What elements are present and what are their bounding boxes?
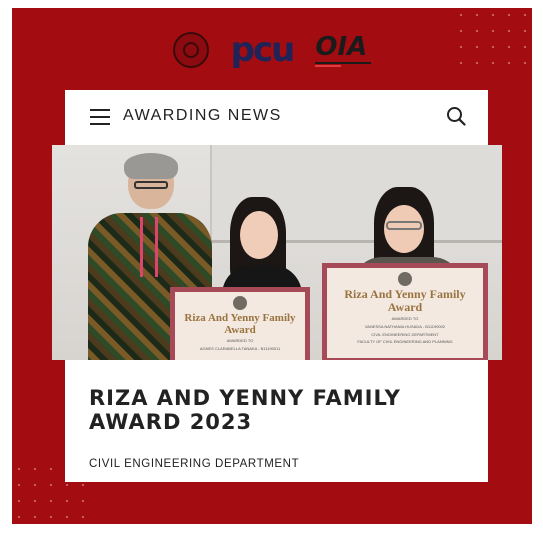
oia-logo: OIA — [315, 31, 372, 67]
search-icon[interactable] — [446, 106, 466, 126]
article-title: RIZA AND YENNY FAMILY AWARD 2023 — [89, 386, 401, 434]
certificate-emblem-icon — [233, 296, 247, 310]
certificate-title: Riza And Yenny Family Award — [344, 287, 466, 315]
hamburger-menu-icon[interactable] — [90, 109, 110, 125]
partner-logos: pcu OIA — [12, 26, 532, 74]
oia-logo-mark: OIA — [315, 31, 368, 62]
lanyard — [140, 217, 158, 277]
news-card-header: AWARDING NEWS — [65, 90, 488, 146]
presenter-hair — [124, 153, 178, 179]
certificate-recipient: VANESSA NATHANIA HUSADA - B11190002 — [364, 323, 446, 329]
presenter-glasses — [134, 181, 168, 189]
award-photo: Riza And Yenny Family Award AWARDED TO A… — [52, 145, 502, 360]
oia-logo-accent — [315, 64, 342, 67]
university-seal-icon — [172, 32, 209, 68]
recipient-2-glasses — [386, 221, 422, 230]
certificate-department: CIVIL ENGINEERING DEPARTMENT — [371, 331, 439, 337]
pcu-logo: pcu — [230, 30, 296, 70]
award-certificate-1: Riza And Yenny Family Award AWARDED TO A… — [170, 287, 310, 360]
article-department: CIVIL ENGINEERING DEPARTMENT — [89, 458, 300, 470]
recipient-1-face — [240, 211, 278, 259]
pcu-logo-mark: pcu — [230, 30, 296, 70]
award-certificate-2: Riza And Yenny Family Award AWARDED TO V… — [322, 263, 488, 360]
certificate-faculty: FACULTY OF CIVIL ENGINEERING AND PLANNIN… — [357, 339, 453, 345]
certificate-awarded-to: AWARDED TO — [391, 316, 419, 322]
certificate-recipient: AGNES CLARABELLA TANAKA - B11190011 — [199, 345, 281, 351]
section-title: AWARDING NEWS — [123, 107, 282, 124]
certificate-emblem-icon — [398, 272, 412, 286]
certificate-title: Riza And Yenny Family Award — [184, 312, 296, 337]
poster-frame: pcu OIA AWARDING NEWS Riza And Yenny Fam… — [12, 8, 532, 524]
certificate-awarded-to: AWARDED TO — [226, 338, 254, 344]
oia-logo-underline — [315, 61, 372, 64]
